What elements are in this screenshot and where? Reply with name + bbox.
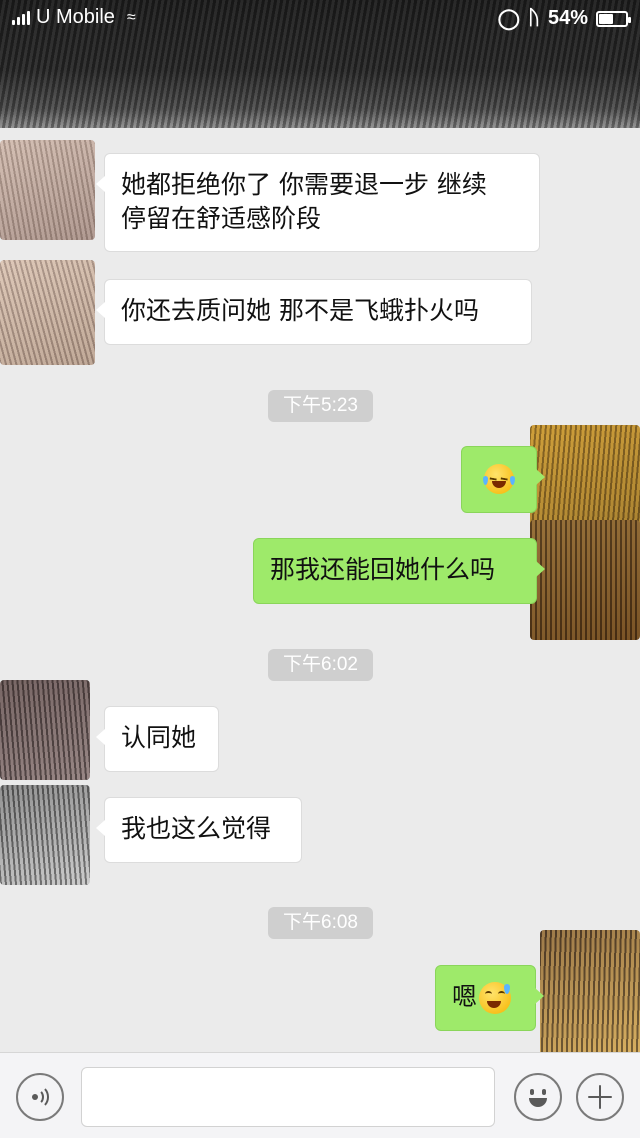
voice-icon [30, 1085, 50, 1109]
message-text: 嗯 [452, 982, 478, 1011]
chat-screen: U Mobile ≈ ◯ ᚢ 54% 她都拒绝你了 你需要退一步 继续 停留在舒… [0, 0, 640, 1138]
sweat-smile-emoji-icon [479, 982, 512, 1014]
laughing-crying-emoji-icon [483, 464, 515, 494]
time-separator: 下午6:08 [268, 907, 373, 939]
status-right: ◯ ᚢ 54% [497, 6, 631, 31]
status-bar: U Mobile ≈ ◯ ᚢ 54% [0, 0, 640, 36]
battery-percent: 54% [547, 7, 588, 29]
emoji-icon [520, 1079, 556, 1115]
bluetooth-icon: ᚢ [527, 7, 540, 29]
wifi-icon: ≈ [126, 8, 136, 26]
message-text: 我也这么觉得 [121, 814, 272, 843]
battery-fill [599, 13, 614, 24]
status-left: U Mobile ≈ [12, 6, 136, 29]
emoji-button[interactable] [514, 1073, 562, 1121]
battery-icon [596, 10, 631, 27]
my-avatar[interactable] [540, 930, 640, 1060]
incoming-message[interactable]: 认同她 [96, 706, 219, 772]
outgoing-message[interactable]: 那我还能回她什么吗 [253, 538, 545, 604]
voice-button[interactable] [16, 1073, 64, 1121]
message-text: 你还去质问她 那不是飞蛾扑火吗 [121, 296, 479, 325]
time-separator: 下午6:02 [268, 649, 373, 681]
message-text: 认同她 [121, 723, 197, 752]
message-input[interactable] [81, 1067, 495, 1127]
input-bar [0, 1052, 640, 1138]
time-separator: 下午5:23 [268, 390, 373, 422]
outgoing-message[interactable] [461, 446, 545, 513]
contact-avatar[interactable] [0, 140, 95, 240]
contact-avatar[interactable] [0, 260, 95, 365]
contact-avatar[interactable] [0, 680, 90, 780]
incoming-message[interactable]: 她都拒绝你了 你需要退一步 继续 停留在舒适感阶段 [96, 153, 540, 252]
my-avatar[interactable] [530, 520, 640, 640]
message-text: 她都拒绝你了 你需要退一步 继续 停留在舒适感阶段 [121, 170, 487, 233]
outgoing-message[interactable]: 嗯 [435, 965, 544, 1031]
incoming-message[interactable]: 你还去质问她 那不是飞蛾扑火吗 [96, 279, 532, 345]
signal-icon [12, 10, 30, 25]
more-button[interactable] [576, 1073, 624, 1121]
carrier-label: U Mobile [36, 6, 115, 28]
message-text: 那我还能回她什么吗 [270, 555, 496, 584]
plus-icon [588, 1085, 612, 1109]
alarm-icon: ◯ [497, 8, 520, 30]
contact-avatar[interactable] [0, 785, 90, 885]
incoming-message[interactable]: 我也这么觉得 [96, 797, 302, 863]
